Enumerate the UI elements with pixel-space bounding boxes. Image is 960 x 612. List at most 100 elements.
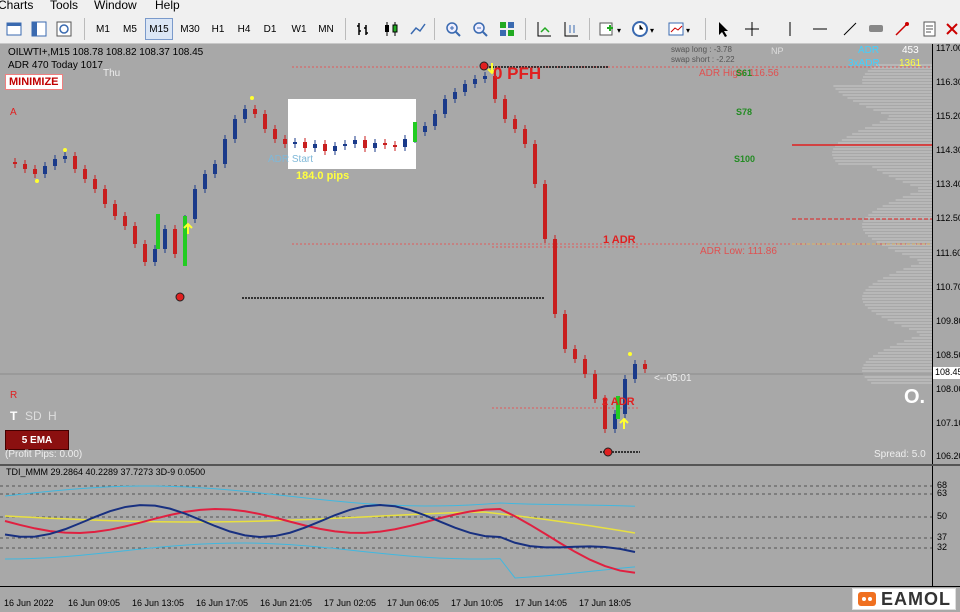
cursor-icon[interactable]	[712, 17, 736, 41]
volume-profile-bar	[852, 133, 932, 135]
adr-info: ADR 470 Today 1017	[8, 60, 103, 71]
menu-help[interactable]: Help	[155, 0, 180, 12]
tab-sd[interactable]: SD	[25, 409, 42, 423]
adr-label: ADR	[858, 45, 880, 56]
candle-body	[373, 143, 377, 148]
volume-profile-bar	[880, 112, 932, 114]
time-tick-label: 17 Jun 18:05	[579, 598, 632, 608]
candle-body	[583, 359, 587, 374]
candlestick-icon[interactable]	[379, 17, 403, 41]
tab-h[interactable]: H	[48, 409, 57, 423]
volume-profile-bar	[888, 175, 932, 177]
chevron-down-icon[interactable]: ▾	[617, 26, 621, 35]
one-adr-label: 1 ADR	[603, 234, 636, 246]
timeframe-m1[interactable]: M1	[91, 18, 115, 40]
timeframe-h1[interactable]: H1	[206, 18, 230, 40]
tile-windows-icon[interactable]	[495, 17, 519, 41]
candle-body	[133, 226, 137, 244]
volume-profile-bar	[873, 109, 932, 111]
adr-start-label: ADR Start	[268, 154, 314, 165]
tab-t[interactable]: T	[10, 409, 17, 423]
volume-profile-bar	[867, 307, 932, 309]
zoom-out-icon[interactable]	[468, 17, 492, 41]
price-tick-label: 111.60	[936, 248, 960, 258]
label-r: R	[10, 390, 18, 401]
candle-body	[253, 109, 257, 114]
candle-body	[193, 189, 197, 219]
price-panel[interactable]	[0, 44, 932, 464]
profiles-icon[interactable]	[27, 17, 51, 41]
chart-area[interactable]: OILWTI+,M15 108.78 108.82 108.37 108.45 …	[0, 43, 960, 612]
trendline-icon[interactable]	[838, 17, 862, 41]
indicators-icon[interactable]	[594, 17, 618, 41]
volume-profile-bar	[872, 211, 932, 213]
volume-profile-bar	[876, 313, 932, 315]
time-tick-label: 17 Jun 14:05	[515, 598, 568, 608]
menu-tools[interactable]: Tools	[50, 0, 78, 12]
timeframe-m15[interactable]: M15	[145, 18, 173, 40]
timeframe-m30[interactable]: M30	[176, 18, 204, 40]
volume-profile-bar	[877, 208, 932, 210]
timeframe-d1[interactable]: D1	[258, 18, 282, 40]
price-tick-label: 115.20	[936, 111, 960, 121]
volume-profile-bar	[847, 97, 932, 99]
chevron-down-icon[interactable]: ▾	[650, 26, 654, 35]
swap-short: swap short : -2.22	[671, 55, 735, 64]
symbol-info: OILWTI+,M15 108.78 108.82 108.37 108.45	[8, 47, 204, 58]
chevron-down-icon[interactable]: ▾	[686, 26, 690, 35]
volume-profile-bar	[909, 256, 932, 258]
candle-body	[563, 314, 567, 349]
periods-icon[interactable]	[628, 17, 652, 41]
candle-body	[293, 142, 297, 144]
highlight-bar	[156, 214, 160, 249]
ema-button[interactable]: 5 EMA	[5, 430, 69, 450]
fractal-dot	[63, 148, 67, 152]
profit-pips-label: (Profit Pips: 0.00)	[5, 449, 83, 460]
candle-body	[153, 249, 157, 262]
candle-body	[643, 364, 647, 369]
tdi-indicator-panel[interactable]	[0, 466, 932, 586]
autoscroll-icon[interactable]	[532, 17, 556, 41]
line-chart-icon[interactable]	[406, 17, 430, 41]
chart-shift-icon[interactable]	[559, 17, 583, 41]
volume-profile-bar	[867, 379, 932, 381]
volume-profile-bar	[865, 289, 932, 291]
channel-icon[interactable]	[864, 17, 888, 41]
indicator-tick-label: 32	[937, 542, 948, 552]
menu-window[interactable]: Window	[94, 0, 137, 12]
volume-profile-bar	[863, 292, 932, 294]
menu-charts[interactable]: Charts	[0, 0, 33, 12]
price-tick-label: 106.20	[936, 451, 960, 461]
crosshair-icon[interactable]	[740, 17, 764, 41]
timeframe-m5[interactable]: M5	[118, 18, 142, 40]
volume-profile-bar	[833, 85, 932, 87]
volume-profile-bar	[867, 235, 932, 237]
text-tool-icon[interactable]	[890, 17, 914, 41]
volume-profile-bar	[908, 328, 932, 330]
volume-profile-bar	[867, 70, 932, 72]
timeframe-w1[interactable]: W1	[287, 18, 311, 40]
volume-profile-bar	[883, 349, 932, 351]
indicator-tick-label: 37	[937, 532, 948, 542]
templates-icon[interactable]	[664, 17, 688, 41]
volume-profile-bar	[882, 172, 932, 174]
horizontal-line-icon[interactable]	[808, 17, 832, 41]
arrows-icon[interactable]	[918, 17, 942, 41]
timeframe-h4[interactable]: H4	[232, 18, 256, 40]
candle-body	[573, 349, 577, 359]
new-chart-icon[interactable]	[2, 17, 26, 41]
delete-icon[interactable]	[940, 17, 960, 41]
vertical-line-icon[interactable]	[778, 17, 802, 41]
minimize-button[interactable]: MINIMIZE	[5, 74, 63, 90]
price-tick-label: 108.00	[936, 384, 960, 394]
candle-body	[553, 239, 557, 314]
timeframe-mn[interactable]: MN	[313, 18, 339, 40]
price-tick-label: 112.50	[936, 213, 960, 223]
zoom-in-icon[interactable]	[441, 17, 465, 41]
volume-profile-bar	[883, 277, 932, 279]
volume-profile-bar	[862, 367, 932, 369]
price-tick-label: 108.50	[936, 350, 960, 360]
volume-profile-bar	[896, 271, 932, 273]
zoom-chart-icon[interactable]	[52, 17, 76, 41]
bar-chart-icon[interactable]	[352, 17, 376, 41]
